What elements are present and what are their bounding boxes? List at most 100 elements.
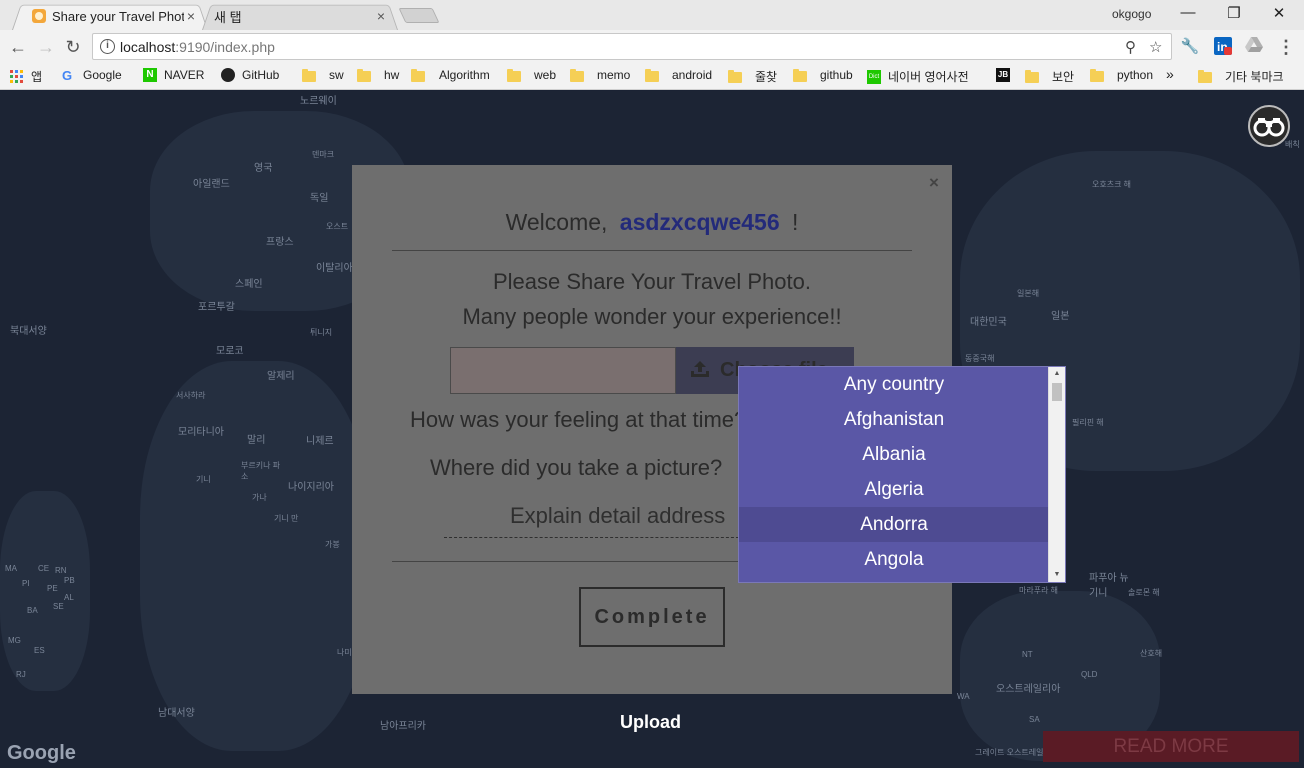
map-label: BA <box>27 606 38 615</box>
map-label: PB <box>64 576 75 585</box>
map-label: 대한민국 <box>970 317 1007 328</box>
forward-icon[interactable]: → <box>36 37 56 57</box>
new-tab-button[interactable] <box>398 8 440 23</box>
bookmark-apps[interactable]: 앱 <box>10 68 42 85</box>
key-icon[interactable]: ⚲ <box>1125 38 1136 56</box>
bookmark-google[interactable]: G Google <box>62 68 122 83</box>
map-label: CE <box>38 564 50 573</box>
dropdown-scrollbar[interactable]: ▲ ▼ <box>1048 367 1065 582</box>
folder-icon <box>1025 70 1039 83</box>
tab-title: 새 탭 <box>214 9 242 25</box>
chrome-menu-icon[interactable]: ⋮ <box>1276 37 1296 57</box>
country-option[interactable]: Angola <box>739 542 1049 577</box>
tab-share-travel-photo[interactable]: Share your Travel Photo × <box>12 2 208 30</box>
map-label: 서사하라 <box>176 391 206 400</box>
welcome-message: Welcome, asdzxcqwe456 ! <box>505 209 799 235</box>
minimize-button[interactable]: — <box>1178 4 1198 21</box>
bookmark-star-icon[interactable]: ☆ <box>1149 38 1162 56</box>
scroll-down-icon[interactable]: ▼ <box>1049 569 1065 581</box>
country-option[interactable]: Algeria <box>739 472 1049 507</box>
bookmark-other[interactable]: 기타 북마크 <box>1198 68 1284 85</box>
drive-extension-icon[interactable] <box>1244 37 1264 57</box>
folder-icon <box>507 68 521 82</box>
divider <box>392 250 912 251</box>
map-label: 남아프리카 <box>380 721 426 732</box>
bookmark-folder-android[interactable]: android <box>645 68 712 82</box>
map-label: 튀니지 <box>310 328 333 337</box>
map-label: MG <box>8 636 21 645</box>
country-option[interactable]: Albania <box>739 437 1049 472</box>
folder-icon <box>1198 70 1212 83</box>
scroll-up-icon[interactable]: ▲ <box>1049 368 1065 380</box>
share-subprompt: Many people wonder your experience!! <box>462 304 842 329</box>
map-label: 프랑스 <box>266 237 294 248</box>
wrench-icon[interactable]: 🔧 <box>1180 37 1200 57</box>
map-label: NT <box>1022 650 1033 659</box>
username: asdzxcqwe456 <box>619 209 780 235</box>
upload-label[interactable]: Upload <box>620 712 681 733</box>
map-label: 오스트레일리아 <box>996 684 1061 695</box>
complete-button[interactable]: Complete <box>579 587 725 647</box>
tab-new-tab[interactable]: 새 탭 × <box>202 2 398 30</box>
bookmark-folder-web[interactable]: web <box>507 68 556 82</box>
scrollbar-thumb[interactable] <box>1052 383 1062 401</box>
linkedin-extension-icon[interactable]: in <box>1213 37 1233 57</box>
url-text: localhost:9190/index.php <box>120 39 275 55</box>
read-more-button[interactable]: READ MORE <box>1043 731 1299 762</box>
modal-close-icon[interactable]: × <box>929 173 939 193</box>
map-label: 가봉 <box>325 540 340 549</box>
folder-icon <box>302 68 316 82</box>
country-option-hovered[interactable]: Andorra <box>739 507 1049 542</box>
tab-close-icon[interactable]: × <box>374 8 388 24</box>
google-icon: G <box>62 68 73 83</box>
folder-icon <box>411 68 425 82</box>
map-label: 아일랜드 <box>193 179 230 190</box>
map-label: 스페인 <box>235 279 263 290</box>
bookmark-folder-security[interactable]: 보안 <box>1025 68 1074 85</box>
folder-icon <box>645 68 659 82</box>
map-land-africa <box>140 361 370 751</box>
bookmark-folder-memo[interactable]: memo <box>570 68 630 82</box>
map-label: 동중국해 <box>965 354 995 363</box>
country-option[interactable]: Afghanistan <box>739 402 1049 437</box>
share-prompt: Please Share Your Travel Photo. <box>493 269 811 294</box>
restore-button[interactable]: ❐ <box>1224 4 1244 22</box>
address-input[interactable] <box>444 495 744 538</box>
bookmark-naver-dict[interactable]: Dict 네이버 영어사전 <box>867 68 969 85</box>
bookmark-folder-github[interactable]: github <box>793 68 853 82</box>
bookmark-github[interactable]: GitHub <box>221 68 279 82</box>
tab-title: Share your Travel Photo <box>52 8 184 24</box>
tab-strip: Share your Travel Photo × 새 탭 × okgogo —… <box>0 0 1304 30</box>
bookmark-folder-sw[interactable]: sw <box>302 68 344 82</box>
map-label: 일본 <box>1051 311 1070 322</box>
dict-icon: Dict <box>867 69 881 84</box>
tab-close-icon[interactable]: × <box>184 8 198 24</box>
map-label: 알제리 <box>267 371 295 382</box>
explore-button[interactable] <box>1248 105 1290 147</box>
bookmark-folder-jul[interactable]: 줄찾 <box>728 68 777 85</box>
profile-name[interactable]: okgogo <box>1112 7 1151 21</box>
map-label: MA <box>5 564 17 573</box>
page-content: 노르웨이 영국 덴마크 아일랜드 독일 오스트 프랑스 이탈리아 스페인 포르투… <box>0 91 1304 768</box>
map-label: WA <box>957 692 970 701</box>
site-info-icon[interactable]: i <box>100 39 115 54</box>
back-icon[interactable]: ← <box>8 37 28 57</box>
close-window-button[interactable]: ✕ <box>1269 4 1289 22</box>
reload-icon[interactable]: ↻ <box>63 37 83 57</box>
map-label: 덴마크 <box>312 150 335 159</box>
bookmark-folder-algorithm[interactable]: Algorithm <box>411 68 490 82</box>
bookmark-folder-hw[interactable]: hw <box>357 68 399 82</box>
country-select-dropdown[interactable]: Any country Afghanistan Albania Algeria … <box>738 366 1066 583</box>
bookmarks-overflow-button[interactable]: » <box>1166 66 1174 82</box>
map-label: 모로코 <box>216 346 244 357</box>
google-maps-logo: Google <box>7 742 76 764</box>
file-name-box[interactable] <box>450 347 676 394</box>
country-option[interactable]: Any country <box>739 367 1049 402</box>
bookmark-naver[interactable]: N NAVER <box>143 68 204 82</box>
address-bar[interactable]: i localhost:9190/index.php ⚲ ☆ <box>92 33 1172 60</box>
map-label: ES <box>34 646 45 655</box>
bookmark-folder-python[interactable]: python <box>1090 68 1153 82</box>
bookmark-jb[interactable]: JB <box>996 68 1017 82</box>
bookmarks-bar: 앱 G Google N NAVER GitHub sw hw Algorith… <box>0 64 1304 90</box>
site-favicon-icon <box>32 9 46 23</box>
